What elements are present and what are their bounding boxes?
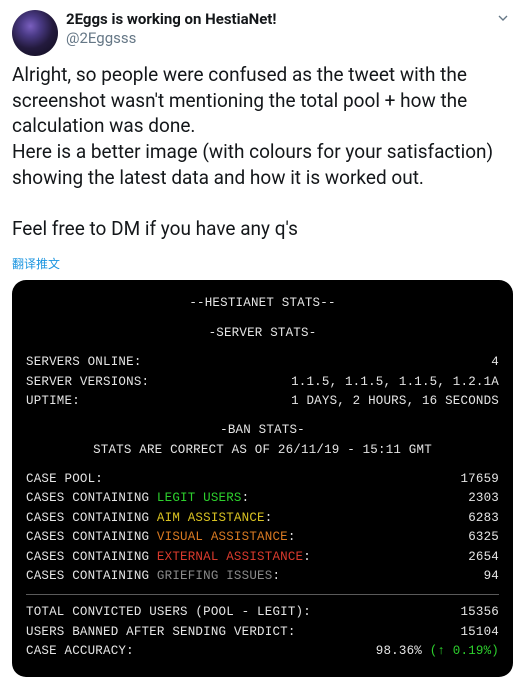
label: SERVER VERSIONS:: [26, 373, 149, 392]
case-pool-row: CASE POOL: 17659: [26, 470, 499, 489]
visual-row: CASES CONTAINING VISUAL ASSISTANCE: 6325: [26, 528, 499, 547]
tweet-header: 2Eggs is working on HestiaNet! @2Eggsss: [12, 10, 513, 56]
legit-row: CASES CONTAINING LEGIT USERS: 2303: [26, 489, 499, 508]
value: 94: [484, 567, 499, 586]
griefing-label: GRIEFING ISSUES: [157, 569, 273, 583]
value: 6325: [468, 528, 499, 547]
translate-link[interactable]: 翻译推文: [12, 255, 60, 272]
value: 6283: [468, 509, 499, 528]
label: CASE POOL:: [26, 470, 103, 489]
divider: [26, 594, 499, 595]
display-name[interactable]: 2Eggs is working on HestiaNet!: [66, 10, 276, 29]
terminal-title: --HESTIANET STATS--: [26, 294, 499, 313]
servers-online-row: SERVERS ONLINE: 4: [26, 353, 499, 372]
value: 4: [491, 353, 499, 372]
griefing-row: CASES CONTAINING GRIEFING ISSUES: 94: [26, 567, 499, 586]
value: 17659: [460, 470, 499, 489]
label: CASE ACCURACY:: [26, 642, 134, 661]
chevron-down-icon[interactable]: [495, 10, 511, 30]
label: SERVERS ONLINE:: [26, 353, 142, 372]
label: UPTIME:: [26, 392, 80, 411]
value: 1 DAYS, 2 HOURS, 16 SECONDS: [291, 392, 499, 411]
value: 1.1.5, 1.1.5, 1.1.5, 1.2.1A: [291, 373, 499, 392]
external-row: CASES CONTAINING EXTERNAL ASSISTANCE: 26…: [26, 548, 499, 567]
server-stats-header: -SERVER STATS-: [26, 324, 499, 343]
value: 15104: [460, 623, 499, 642]
aim-row: CASES CONTAINING AIM ASSISTANCE: 6283: [26, 509, 499, 528]
users-banned-row: USERS BANNED AFTER SENDING VERDICT: 1510…: [26, 623, 499, 642]
aim-label: AIM ASSISTANCE: [157, 511, 265, 525]
total-convicted-row: TOTAL CONVICTED USERS (POOL - LEGIT): 15…: [26, 603, 499, 622]
server-versions-row: SERVER VERSIONS: 1.1.5, 1.1.5, 1.1.5, 1.…: [26, 373, 499, 392]
accuracy-row: CASE ACCURACY: 98.36% (↑ 0.19%): [26, 642, 499, 661]
ban-stats-header: -BAN STATS-: [26, 421, 499, 440]
tweet-container: 2Eggs is working on HestiaNet! @2Eggsss …: [0, 0, 525, 685]
user-handle[interactable]: @2Eggsss: [66, 29, 276, 48]
terminal-image[interactable]: --HESTIANET STATS-- -SERVER STATS- SERVE…: [12, 280, 513, 677]
value: 15356: [460, 603, 499, 622]
accuracy-delta: (↑ 0.19%): [430, 644, 499, 658]
tweet-text: Alright, so people were confused as the …: [12, 62, 513, 241]
external-label: EXTERNAL ASSISTANCE: [157, 550, 303, 564]
visual-label: VISUAL ASSISTANCE: [157, 530, 288, 544]
value: 2303: [468, 489, 499, 508]
value: 2654: [468, 548, 499, 567]
avatar[interactable]: [12, 10, 58, 56]
accuracy-value: 98.36%: [376, 644, 422, 658]
ban-stats-sub: STATS ARE CORRECT AS OF 26/11/19 - 15:11…: [26, 441, 499, 460]
uptime-row: UPTIME: 1 DAYS, 2 HOURS, 16 SECONDS: [26, 392, 499, 411]
label: TOTAL CONVICTED USERS (POOL - LEGIT):: [26, 603, 311, 622]
legit-label: LEGIT USERS: [157, 491, 242, 505]
label: USERS BANNED AFTER SENDING VERDICT:: [26, 623, 296, 642]
